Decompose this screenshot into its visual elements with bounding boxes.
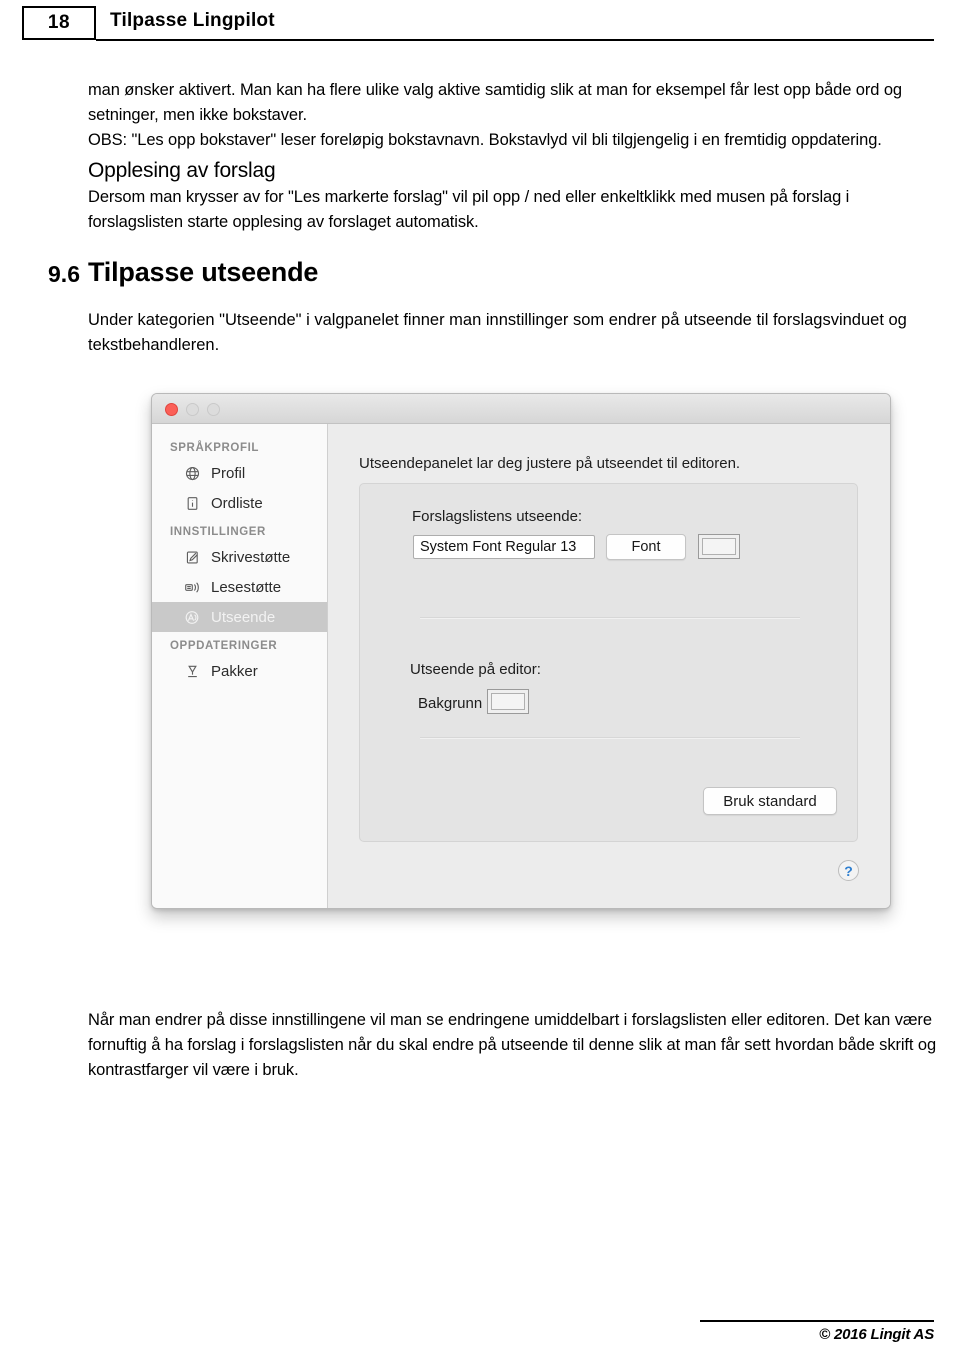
close-button[interactable] xyxy=(165,403,178,416)
sidebar-item-label: Lesestøtte xyxy=(211,578,282,596)
pane-intro-text: Utseendepanelet lar deg justere på utsee… xyxy=(359,455,741,472)
sidebar-group-label-sprakprofil: SPRÅKPROFIL xyxy=(170,442,260,454)
suggestion-color-well[interactable] xyxy=(698,534,740,559)
page-number-box: 18 xyxy=(22,6,96,40)
intro-text-block: man ønsker aktivert. Man kan ha flere ul… xyxy=(88,78,934,235)
sidebar-item-label: Profil xyxy=(211,464,246,482)
footer-divider xyxy=(700,1320,934,1322)
subheading-opplesing: Opplesing av forslag xyxy=(88,159,276,182)
suggestion-list-label: Forslagslistens utseende: xyxy=(412,508,583,525)
sidebar-group-label-oppdateringer: OPPDATERINGER xyxy=(170,640,278,652)
globe-icon xyxy=(182,464,202,482)
page-header: 18 Tilpasse Lingpilot xyxy=(0,0,960,52)
sidebar-item-label: Pakker xyxy=(211,662,258,680)
maximize-button[interactable] xyxy=(207,403,220,416)
page-number: 18 xyxy=(47,12,71,33)
section-number: 9.6 xyxy=(48,261,80,287)
download-icon xyxy=(182,662,202,680)
font-value-field[interactable]: System Font Regular 13 xyxy=(413,535,595,559)
minimize-button[interactable] xyxy=(186,403,199,416)
sidebar-item-label: Skrivestøtte xyxy=(211,548,291,566)
section-intro-paragraph: Under kategorien "Utseende" i valgpanele… xyxy=(88,311,907,354)
section-title: Tilpasse utseende xyxy=(88,257,319,287)
speaker-icon xyxy=(182,578,202,596)
dialog-screenshot: SPRÅKPROFIL Profil Ordliste INNSTILLINGE… xyxy=(151,393,891,914)
preferences-window: SPRÅKPROFIL Profil Ordliste INNSTILLINGE… xyxy=(151,393,891,909)
use-default-button[interactable]: Bruk standard xyxy=(703,787,837,815)
editor-appearance-label: Utseende på editor: xyxy=(410,661,541,678)
sidebar-item-profil[interactable]: Profil xyxy=(152,458,327,488)
paragraph-3: Dersom man krysser av for "Les markerte … xyxy=(88,188,850,231)
sidebar-item-label: Utseende xyxy=(211,608,276,626)
closing-paragraph: Når man endrer på disse innstillingene v… xyxy=(88,1011,937,1079)
header-divider xyxy=(96,39,934,41)
sidebar-group-label-innstillinger: INNSTILLINGER xyxy=(170,526,266,538)
sidebar-item-label: Ordliste xyxy=(211,494,263,512)
sidebar-item-skrivestotte[interactable]: Skrivestøtte xyxy=(152,542,327,572)
background-color-well[interactable] xyxy=(487,689,529,714)
sidebar-item-ordliste[interactable]: Ordliste xyxy=(152,488,327,518)
settings-groupbox: Forslagslistens utseende: System Font Re… xyxy=(359,483,858,842)
header-title: Tilpasse Lingpilot xyxy=(110,10,275,31)
divider-2 xyxy=(420,737,800,739)
paragraph-1: man ønsker aktivert. Man kan ha flere ul… xyxy=(88,81,902,124)
document-icon xyxy=(182,494,202,512)
section-heading: 9.6 Tilpasse utseende xyxy=(0,255,960,301)
window-titlebar xyxy=(152,394,890,424)
divider-1 xyxy=(420,617,800,619)
sidebar: SPRÅKPROFIL Profil Ordliste INNSTILLINGE… xyxy=(152,424,328,908)
pencil-page-icon xyxy=(182,548,202,566)
appearance-pane: Utseendepanelet lar deg justere på utsee… xyxy=(328,424,890,908)
help-button[interactable]: ? xyxy=(838,860,859,881)
sidebar-item-utseende[interactable]: Utseende xyxy=(152,602,327,632)
sidebar-item-pakker[interactable]: Pakker xyxy=(152,656,327,686)
footer-copyright: © 2016 Lingit AS xyxy=(819,1326,934,1343)
paragraph-2: OBS: "Les opp bokstaver" leser foreløpig… xyxy=(88,131,882,149)
background-label: Bakgrunn xyxy=(418,695,483,712)
sidebar-item-lesestotte[interactable]: Lesestøtte xyxy=(152,572,327,602)
appearance-icon xyxy=(182,608,202,626)
font-button[interactable]: Font xyxy=(606,534,686,560)
